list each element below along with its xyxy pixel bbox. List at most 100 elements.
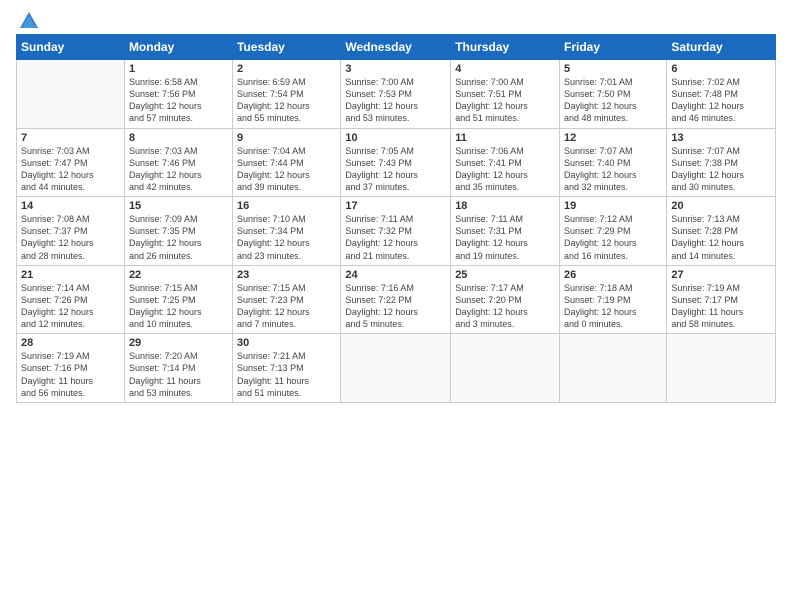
calendar-cell: 10Sunrise: 7:05 AM Sunset: 7:43 PM Dayli… bbox=[341, 128, 451, 197]
calendar-cell: 29Sunrise: 7:20 AM Sunset: 7:14 PM Dayli… bbox=[124, 334, 232, 403]
calendar-cell: 17Sunrise: 7:11 AM Sunset: 7:32 PM Dayli… bbox=[341, 197, 451, 266]
day-info: Sunrise: 7:15 AM Sunset: 7:25 PM Dayligh… bbox=[129, 282, 228, 331]
day-info: Sunrise: 7:02 AM Sunset: 7:48 PM Dayligh… bbox=[671, 76, 771, 125]
day-of-week-header: Friday bbox=[560, 35, 667, 60]
day-number: 4 bbox=[455, 63, 555, 75]
calendar-cell: 30Sunrise: 7:21 AM Sunset: 7:13 PM Dayli… bbox=[233, 334, 341, 403]
calendar-cell bbox=[667, 334, 776, 403]
day-info: Sunrise: 7:14 AM Sunset: 7:26 PM Dayligh… bbox=[21, 282, 120, 331]
day-info: Sunrise: 7:19 AM Sunset: 7:16 PM Dayligh… bbox=[21, 350, 120, 399]
day-of-week-header: Saturday bbox=[667, 35, 776, 60]
day-info: Sunrise: 7:09 AM Sunset: 7:35 PM Dayligh… bbox=[129, 213, 228, 262]
calendar-cell: 21Sunrise: 7:14 AM Sunset: 7:26 PM Dayli… bbox=[17, 265, 125, 334]
day-info: Sunrise: 6:58 AM Sunset: 7:56 PM Dayligh… bbox=[129, 76, 228, 125]
day-info: Sunrise: 7:18 AM Sunset: 7:19 PM Dayligh… bbox=[564, 282, 662, 331]
logo-icon bbox=[18, 10, 40, 32]
day-number: 8 bbox=[129, 132, 228, 144]
day-number: 30 bbox=[237, 337, 336, 349]
calendar-cell: 18Sunrise: 7:11 AM Sunset: 7:31 PM Dayli… bbox=[451, 197, 560, 266]
calendar-header-row: SundayMondayTuesdayWednesdayThursdayFrid… bbox=[17, 35, 776, 60]
day-info: Sunrise: 7:08 AM Sunset: 7:37 PM Dayligh… bbox=[21, 213, 120, 262]
calendar-cell: 16Sunrise: 7:10 AM Sunset: 7:34 PM Dayli… bbox=[233, 197, 341, 266]
calendar-cell: 13Sunrise: 7:07 AM Sunset: 7:38 PM Dayli… bbox=[667, 128, 776, 197]
day-info: Sunrise: 7:07 AM Sunset: 7:38 PM Dayligh… bbox=[671, 145, 771, 194]
day-info: Sunrise: 7:03 AM Sunset: 7:47 PM Dayligh… bbox=[21, 145, 120, 194]
calendar-cell: 27Sunrise: 7:19 AM Sunset: 7:17 PM Dayli… bbox=[667, 265, 776, 334]
calendar-cell: 24Sunrise: 7:16 AM Sunset: 7:22 PM Dayli… bbox=[341, 265, 451, 334]
day-number: 24 bbox=[345, 269, 446, 281]
day-info: Sunrise: 7:06 AM Sunset: 7:41 PM Dayligh… bbox=[455, 145, 555, 194]
calendar-cell bbox=[451, 334, 560, 403]
day-number: 3 bbox=[345, 63, 446, 75]
page: SundayMondayTuesdayWednesdayThursdayFrid… bbox=[0, 0, 792, 612]
day-number: 6 bbox=[671, 63, 771, 75]
calendar-cell: 4Sunrise: 7:00 AM Sunset: 7:51 PM Daylig… bbox=[451, 60, 560, 129]
day-number: 7 bbox=[21, 132, 120, 144]
day-info: Sunrise: 7:15 AM Sunset: 7:23 PM Dayligh… bbox=[237, 282, 336, 331]
calendar-cell: 23Sunrise: 7:15 AM Sunset: 7:23 PM Dayli… bbox=[233, 265, 341, 334]
day-number: 12 bbox=[564, 132, 662, 144]
calendar-cell: 6Sunrise: 7:02 AM Sunset: 7:48 PM Daylig… bbox=[667, 60, 776, 129]
day-of-week-header: Tuesday bbox=[233, 35, 341, 60]
day-info: Sunrise: 7:04 AM Sunset: 7:44 PM Dayligh… bbox=[237, 145, 336, 194]
day-info: Sunrise: 7:20 AM Sunset: 7:14 PM Dayligh… bbox=[129, 350, 228, 399]
day-info: Sunrise: 7:03 AM Sunset: 7:46 PM Dayligh… bbox=[129, 145, 228, 194]
day-number: 14 bbox=[21, 200, 120, 212]
day-number: 23 bbox=[237, 269, 336, 281]
day-of-week-header: Monday bbox=[124, 35, 232, 60]
day-info: Sunrise: 7:07 AM Sunset: 7:40 PM Dayligh… bbox=[564, 145, 662, 194]
day-number: 11 bbox=[455, 132, 555, 144]
day-number: 1 bbox=[129, 63, 228, 75]
day-info: Sunrise: 7:11 AM Sunset: 7:31 PM Dayligh… bbox=[455, 213, 555, 262]
day-number: 10 bbox=[345, 132, 446, 144]
day-number: 5 bbox=[564, 63, 662, 75]
calendar-cell: 1Sunrise: 6:58 AM Sunset: 7:56 PM Daylig… bbox=[124, 60, 232, 129]
calendar-week-row: 28Sunrise: 7:19 AM Sunset: 7:16 PM Dayli… bbox=[17, 334, 776, 403]
day-number: 22 bbox=[129, 269, 228, 281]
day-info: Sunrise: 7:16 AM Sunset: 7:22 PM Dayligh… bbox=[345, 282, 446, 331]
calendar-cell: 11Sunrise: 7:06 AM Sunset: 7:41 PM Dayli… bbox=[451, 128, 560, 197]
day-of-week-header: Wednesday bbox=[341, 35, 451, 60]
day-number: 13 bbox=[671, 132, 771, 144]
calendar-cell bbox=[560, 334, 667, 403]
calendar-cell: 28Sunrise: 7:19 AM Sunset: 7:16 PM Dayli… bbox=[17, 334, 125, 403]
calendar-week-row: 21Sunrise: 7:14 AM Sunset: 7:26 PM Dayli… bbox=[17, 265, 776, 334]
day-info: Sunrise: 7:11 AM Sunset: 7:32 PM Dayligh… bbox=[345, 213, 446, 262]
day-info: Sunrise: 7:00 AM Sunset: 7:51 PM Dayligh… bbox=[455, 76, 555, 125]
day-number: 26 bbox=[564, 269, 662, 281]
calendar-cell: 26Sunrise: 7:18 AM Sunset: 7:19 PM Dayli… bbox=[560, 265, 667, 334]
day-number: 2 bbox=[237, 63, 336, 75]
day-info: Sunrise: 7:19 AM Sunset: 7:17 PM Dayligh… bbox=[671, 282, 771, 331]
calendar-cell: 2Sunrise: 6:59 AM Sunset: 7:54 PM Daylig… bbox=[233, 60, 341, 129]
day-number: 25 bbox=[455, 269, 555, 281]
day-of-week-header: Sunday bbox=[17, 35, 125, 60]
calendar-cell: 3Sunrise: 7:00 AM Sunset: 7:53 PM Daylig… bbox=[341, 60, 451, 129]
calendar-cell: 19Sunrise: 7:12 AM Sunset: 7:29 PM Dayli… bbox=[560, 197, 667, 266]
day-number: 15 bbox=[129, 200, 228, 212]
header-area bbox=[16, 12, 776, 28]
day-info: Sunrise: 7:17 AM Sunset: 7:20 PM Dayligh… bbox=[455, 282, 555, 331]
day-number: 28 bbox=[21, 337, 120, 349]
logo bbox=[16, 12, 40, 28]
day-number: 21 bbox=[21, 269, 120, 281]
day-info: Sunrise: 6:59 AM Sunset: 7:54 PM Dayligh… bbox=[237, 76, 336, 125]
day-number: 9 bbox=[237, 132, 336, 144]
day-number: 16 bbox=[237, 200, 336, 212]
day-info: Sunrise: 7:13 AM Sunset: 7:28 PM Dayligh… bbox=[671, 213, 771, 262]
calendar-week-row: 7Sunrise: 7:03 AM Sunset: 7:47 PM Daylig… bbox=[17, 128, 776, 197]
calendar-week-row: 1Sunrise: 6:58 AM Sunset: 7:56 PM Daylig… bbox=[17, 60, 776, 129]
day-number: 27 bbox=[671, 269, 771, 281]
day-info: Sunrise: 7:21 AM Sunset: 7:13 PM Dayligh… bbox=[237, 350, 336, 399]
calendar-week-row: 14Sunrise: 7:08 AM Sunset: 7:37 PM Dayli… bbox=[17, 197, 776, 266]
day-info: Sunrise: 7:00 AM Sunset: 7:53 PM Dayligh… bbox=[345, 76, 446, 125]
calendar-cell: 7Sunrise: 7:03 AM Sunset: 7:47 PM Daylig… bbox=[17, 128, 125, 197]
day-of-week-header: Thursday bbox=[451, 35, 560, 60]
calendar-cell: 8Sunrise: 7:03 AM Sunset: 7:46 PM Daylig… bbox=[124, 128, 232, 197]
calendar-cell: 14Sunrise: 7:08 AM Sunset: 7:37 PM Dayli… bbox=[17, 197, 125, 266]
day-info: Sunrise: 7:01 AM Sunset: 7:50 PM Dayligh… bbox=[564, 76, 662, 125]
calendar-cell: 25Sunrise: 7:17 AM Sunset: 7:20 PM Dayli… bbox=[451, 265, 560, 334]
day-info: Sunrise: 7:05 AM Sunset: 7:43 PM Dayligh… bbox=[345, 145, 446, 194]
calendar-cell bbox=[341, 334, 451, 403]
day-number: 17 bbox=[345, 200, 446, 212]
calendar-cell: 12Sunrise: 7:07 AM Sunset: 7:40 PM Dayli… bbox=[560, 128, 667, 197]
